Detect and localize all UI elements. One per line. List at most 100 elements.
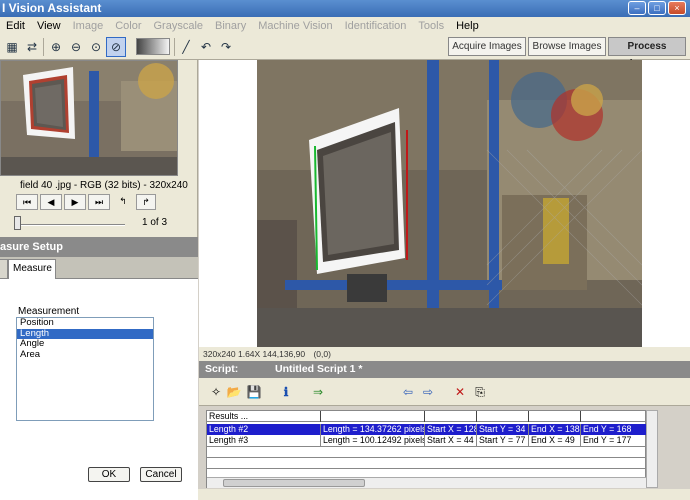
mode-tabs: Acquire Images Browse Images Process Ima…: [446, 37, 686, 69]
maximize-icon[interactable]: □: [648, 1, 666, 15]
measurement-label: Measurement: [18, 306, 80, 317]
next-image-button[interactable]: ▶: [64, 194, 86, 210]
menu-image[interactable]: Image: [67, 20, 110, 32]
cancel-button[interactable]: Cancel: [140, 467, 182, 482]
header-cell: [425, 411, 477, 422]
menu-bar: Edit View Image Color Grayscale Binary M…: [0, 17, 690, 34]
toolbar-separator: [174, 38, 175, 56]
zoom-in-icon[interactable]: ⊕: [46, 37, 66, 57]
bottom-strip: [198, 489, 690, 500]
menu-identification[interactable]: Identification: [339, 20, 413, 32]
move-left-icon[interactable]: ⇦: [399, 383, 417, 401]
previous-image-button[interactable]: ◀: [40, 194, 62, 210]
window-controls: – □ ×: [628, 1, 686, 15]
new-script-icon[interactable]: ✧: [207, 383, 225, 401]
menu-edit[interactable]: Edit: [0, 20, 31, 32]
tab-browse-images[interactable]: Browse Images: [528, 37, 606, 56]
open-script-icon[interactable]: 📂: [225, 383, 243, 401]
first-image-button[interactable]: ⏮: [16, 194, 38, 210]
zoom-fit-icon[interactable]: ⊙: [86, 37, 106, 57]
grid-line: [207, 446, 647, 447]
tab-acquire-images[interactable]: Acquire Images: [448, 37, 526, 56]
minimize-icon[interactable]: –: [628, 1, 646, 15]
header-cell: [581, 411, 647, 422]
rotate-view-icon[interactable]: ⇄: [22, 37, 42, 57]
undo-icon[interactable]: ↶: [196, 37, 216, 57]
image-thumbnail[interactable]: [0, 60, 178, 176]
zoom-pan-icon[interactable]: ⊘: [106, 37, 126, 57]
script-title: Untitled Script 1 *: [275, 363, 363, 375]
grid-line: [207, 468, 647, 469]
page-total: 3: [161, 217, 168, 228]
menu-tools[interactable]: Tools: [412, 20, 450, 32]
image-slider-handle[interactable]: [14, 216, 21, 230]
results-header: Results ...: [207, 411, 321, 422]
row-length: Length = 134.37262 pixels: [323, 424, 425, 435]
row-start-y: Start Y = 77: [477, 435, 529, 446]
row-end-y: End Y = 177: [583, 435, 632, 445]
menu-color[interactable]: Color: [109, 20, 147, 32]
image-status-info: 320x240 1.64X 144,136,90: [203, 349, 306, 359]
menu-machine-vision[interactable]: Machine Vision: [252, 20, 338, 32]
measurement-listbox[interactable]: Position Length Angle Area: [16, 317, 154, 421]
redo-arrow-icon[interactable]: ↱: [136, 194, 156, 210]
window-title: I Vision Assistant: [2, 1, 102, 15]
menu-view[interactable]: View: [31, 20, 67, 32]
list-item-position[interactable]: Position: [17, 318, 153, 329]
table-row[interactable]: Length #2 Length = 134.37262 pixels Star…: [207, 424, 647, 435]
tab-measure[interactable]: Measure: [8, 259, 56, 280]
script-header: Script: Untitled Script 1 *: [199, 361, 690, 378]
measure-tab-body: Measurement Position Length Angle Area O…: [0, 279, 198, 500]
delete-step-icon[interactable]: ✕: [451, 383, 469, 401]
row-start-y: Start Y = 34: [477, 424, 529, 435]
title-bar: I Vision Assistant – □ ×: [0, 0, 690, 17]
undo-arrow-icon[interactable]: ↰: [112, 194, 134, 210]
grid-icon[interactable]: ▦: [2, 37, 22, 57]
header-cell: [477, 411, 529, 422]
copy-step-icon[interactable]: ⎘: [471, 383, 489, 401]
menu-help[interactable]: Help: [450, 20, 485, 32]
redo-icon[interactable]: ↷: [216, 37, 236, 57]
list-item-angle[interactable]: Angle: [17, 339, 153, 350]
table-row[interactable]: Length #3 Length = 100.12492 pixels Star…: [207, 435, 647, 446]
run-once-icon[interactable]: ⇒: [309, 383, 327, 401]
row-start-x: Start X = 128: [427, 424, 477, 435]
toolbar-separator: [43, 38, 44, 56]
ok-button[interactable]: OK: [88, 467, 130, 482]
color-palette-swatch[interactable]: [136, 38, 170, 55]
info-icon[interactable]: ℹ: [277, 383, 295, 401]
scrollbar-thumb[interactable]: [223, 479, 365, 487]
row-end-x: End X = 49: [529, 435, 581, 446]
image-status-bar: 320x240 1.64X 144,136,90 (0,0): [199, 347, 690, 361]
processed-image[interactable]: [257, 60, 642, 347]
last-image-button[interactable]: ⏭: [88, 194, 110, 210]
results-horizontal-scrollbar[interactable]: [207, 477, 647, 488]
main-toolbar: ▦ ⇄ ⊕ ⊖ ⊙ ⊘ ╱ ↶ ↷ Acquire Images Browse …: [0, 34, 690, 69]
menu-binary[interactable]: Binary: [209, 20, 252, 32]
line-tool-icon[interactable]: ╱: [176, 37, 196, 57]
grid-line: [207, 457, 647, 458]
measure-setup-header: asure Setup: [0, 237, 198, 257]
image-info-text: field 40 .jpg - RGB (32 bits) - 320x240: [20, 180, 188, 191]
page-counter: 1 of 3: [142, 217, 167, 228]
results-header-row: Results ...: [207, 411, 647, 422]
tab-main[interactable]: [0, 259, 8, 278]
image-slider-track[interactable]: [15, 224, 125, 226]
page-current: 1: [142, 217, 148, 228]
row-name: Length #2: [207, 424, 321, 435]
tab-process-images[interactable]: Process Images: [608, 37, 686, 69]
list-item-area[interactable]: Area: [17, 349, 153, 361]
results-vertical-scrollbar[interactable]: [646, 410, 658, 488]
cursor-coordinates: (0,0): [313, 349, 331, 359]
row-end-x: End X = 138: [531, 424, 581, 435]
setup-tab-row: Measure: [0, 257, 198, 280]
menu-grayscale[interactable]: Grayscale: [148, 20, 210, 32]
save-script-icon[interactable]: 💾: [245, 383, 263, 401]
results-table[interactable]: Results ... Length #2 Length = 134.37262…: [206, 410, 647, 488]
row-end-y: End Y = 168: [583, 424, 632, 434]
close-icon[interactable]: ×: [668, 1, 686, 15]
header-cell: [321, 411, 425, 422]
zoom-out-icon[interactable]: ⊖: [66, 37, 86, 57]
image-viewer[interactable]: [199, 60, 690, 347]
move-right-icon[interactable]: ⇨: [419, 383, 437, 401]
